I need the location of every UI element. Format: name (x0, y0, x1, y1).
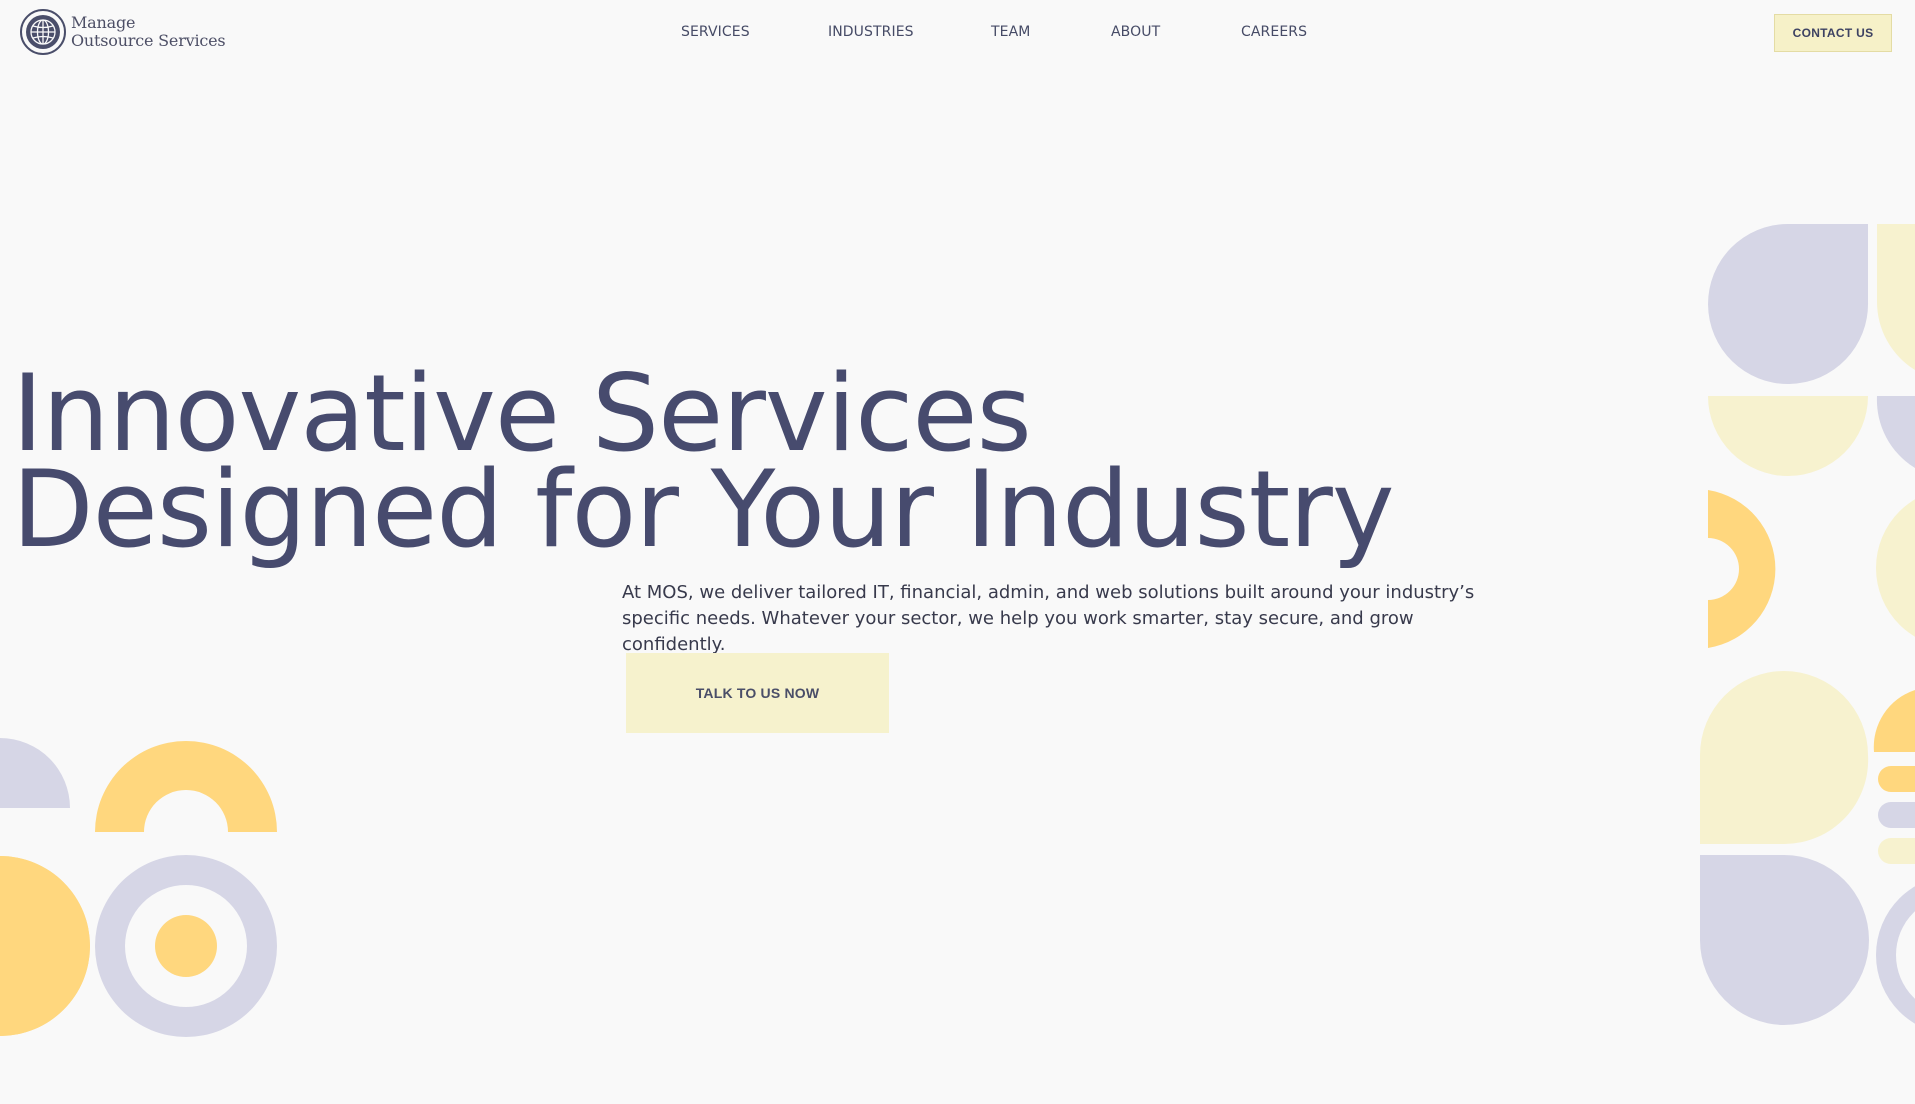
nav-about[interactable]: ABOUT (1111, 24, 1160, 40)
nav-industries[interactable]: INDUSTRIES (828, 24, 914, 40)
hero-title-line-2: Designed for Your Industry (12, 448, 1395, 571)
main-nav: SERVICES INDUSTRIES TEAM ABOUT CAREERS (0, 24, 1915, 44)
contact-us-button[interactable]: CONTACT US (1774, 14, 1892, 52)
site-header: Manage Outsource Services SERVICES INDUS… (0, 0, 1915, 66)
decorative-shapes-left (0, 738, 277, 1037)
golden-dot-shape (155, 915, 217, 977)
golden-semi-ring-shape (1708, 490, 1776, 648)
lavender-d-shape (1700, 855, 1869, 1025)
golden-pill-shape (1878, 766, 1915, 792)
golden-arch-shape (95, 741, 277, 832)
lavender-arch-shape (0, 738, 70, 808)
pale-yellow-pill-shape (1878, 838, 1915, 864)
hero-title: Innovative Services Designed for Your In… (12, 361, 1395, 571)
pale-yellow-arch-shape (1700, 671, 1869, 845)
nav-careers[interactable]: CAREERS (1241, 24, 1307, 40)
pale-yellow-half-circle-shape (1708, 396, 1868, 476)
lavender-leaf-shape (1708, 224, 1869, 384)
nav-services[interactable]: SERVICES (681, 24, 750, 40)
hero-description: At MOS, we deliver tailored IT, financia… (622, 582, 1475, 655)
talk-to-us-button[interactable]: TALK TO US NOW (626, 653, 889, 733)
lavender-pill-shape (1878, 802, 1915, 828)
pale-yellow-leaf-shape (1877, 224, 1915, 370)
decorative-shapes-right (1700, 224, 1915, 1025)
nav-team[interactable]: TEAM (991, 24, 1030, 40)
pale-yellow-circle-shape (1876, 499, 1915, 637)
